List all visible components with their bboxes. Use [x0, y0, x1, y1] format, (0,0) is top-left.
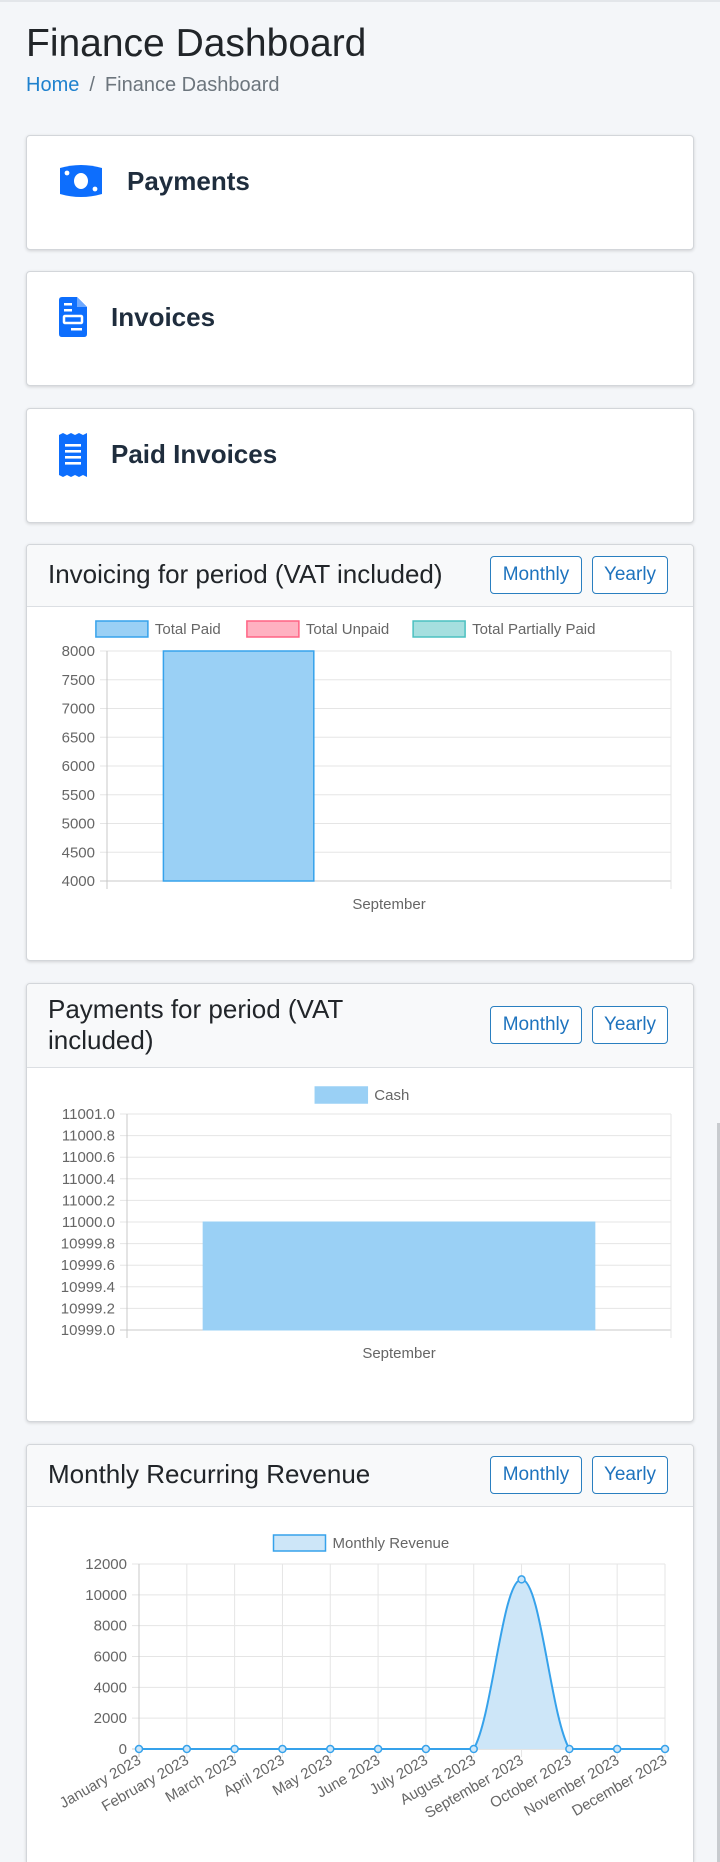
y-tick-label-2: 11000.6 — [62, 1149, 115, 1166]
mrr-chart-card: Monthly Recurring Revenue Monthly Yearly… — [26, 1444, 694, 1862]
data-point-9 — [565, 1744, 574, 1754]
payments-yearly-button[interactable]: Yearly — [592, 1006, 668, 1044]
payments-chart-title: Payments for period (VAT included) — [48, 994, 343, 1056]
legend-swatch-0 — [272, 1534, 327, 1552]
y-tick-label-1: 11000.8 — [62, 1128, 115, 1145]
y-tick-label-7: 10999.6 — [61, 1257, 115, 1274]
legend-label-0: Total Paid — [155, 621, 221, 638]
payments-stat-card[interactable]: Payments — [26, 135, 694, 250]
y-tick-label-0: 8000 — [62, 643, 95, 660]
data-point-3 — [278, 1744, 287, 1754]
y-tick-label-8: 10999.4 — [61, 1279, 115, 1296]
y-tick-label-9: 10999.2 — [61, 1300, 115, 1317]
breadcrumb: Home / Finance Dashboard — [26, 72, 279, 98]
y-tick-label-3: 11000.4 — [62, 1171, 115, 1188]
y-tick-label-7: 4500 — [62, 844, 95, 861]
x-tick-label-0: September — [362, 1345, 435, 1362]
y-tick-label-8: 4000 — [62, 873, 95, 890]
invoices-stat-card[interactable]: Invoices — [26, 271, 694, 386]
invoicing-chart-header: Invoicing for period (VAT included) Mont… — [27, 545, 693, 607]
legend-swatch-1 — [246, 620, 300, 638]
breadcrumb-separator: / — [89, 74, 95, 96]
y-tick-label-6: 5000 — [62, 816, 95, 833]
data-point-4 — [326, 1744, 335, 1754]
data-point-2 — [230, 1744, 239, 1754]
y-tick-label-5: 11000.0 — [62, 1214, 115, 1231]
y-tick-label-1: 10000 — [85, 1587, 127, 1604]
y-tick-label-10: 10999.0 — [61, 1322, 115, 1339]
invoices-stat-label: Invoices — [111, 302, 216, 332]
y-tick-label-5: 2000 — [94, 1710, 127, 1727]
invoicing-chart-card: Invoicing for period (VAT included) Mont… — [26, 544, 694, 961]
legend-label-2: Total Partially Paid — [472, 621, 595, 638]
mrr-yearly-button[interactable]: Yearly — [592, 1456, 668, 1494]
data-point-1 — [182, 1744, 192, 1754]
bar-total-paid — [162, 650, 315, 882]
payments-chart-header: Payments for period (VAT included) Month… — [27, 984, 693, 1068]
y-tick-label-2: 7000 — [62, 701, 95, 718]
y-tick-label-4: 11000.2 — [62, 1192, 115, 1209]
x-tick-label-0: September — [352, 896, 425, 913]
payments-chart: Cash 11001.0 11000.8 11000.6 11000.4 11000.2 1… — [61, 1086, 672, 1362]
payments-stat-label: Payments — [127, 166, 250, 196]
mrr-chart-title: Monthly Recurring Revenue — [48, 1459, 371, 1489]
data-point-8 — [517, 1575, 526, 1584]
invoicing-yearly-button[interactable]: Yearly — [592, 556, 668, 594]
mrr-chart: Monthly Revenue 12000 10000 8000 6000 4000 200… — [57, 1534, 670, 1822]
y-tick-label-0: 11001.0 — [62, 1106, 115, 1123]
y-tick-label-2: 8000 — [94, 1618, 127, 1635]
invoicing-monthly-button[interactable]: Monthly — [490, 556, 582, 594]
y-tick-label-6: 10999.8 — [61, 1236, 115, 1253]
y-tick-label-1: 7500 — [62, 672, 95, 689]
data-point-0 — [134, 1744, 144, 1754]
data-point-10 — [612, 1744, 622, 1754]
page-title: Finance Dashboard — [26, 22, 367, 65]
data-point-5 — [373, 1744, 383, 1754]
breadcrumb-home-link[interactable]: Home — [26, 74, 79, 96]
legend-swatch-2 — [412, 620, 466, 638]
payments-chart-card: Payments for period (VAT included) Month… — [26, 983, 694, 1422]
payments-chart-title-line2: included) — [48, 1025, 154, 1055]
mrr-monthly-button[interactable]: Monthly — [490, 1456, 582, 1494]
payments-monthly-button[interactable]: Monthly — [490, 1006, 582, 1044]
data-point-6 — [421, 1744, 431, 1754]
paid-invoices-stat-card[interactable]: Paid Invoices — [26, 408, 694, 523]
y-tick-label-3: 6000 — [94, 1649, 127, 1666]
breadcrumb-current: Finance Dashboard — [104, 74, 280, 96]
legend-label-0: Cash — [374, 1087, 409, 1104]
area-monthly-revenue — [139, 1579, 665, 1749]
y-tick-label-0: 12000 — [85, 1556, 127, 1573]
invoicing-chart-title: Invoicing for period (VAT included) — [48, 559, 443, 589]
line-monthly-revenue — [138, 1578, 665, 1751]
legend-label-0: Monthly Revenue — [333, 1535, 450, 1552]
y-tick-label-6: 0 — [119, 1741, 127, 1758]
paid-invoices-stat-label: Paid Invoices — [111, 439, 278, 469]
mrr-chart-header: Monthly Recurring Revenue Monthly Yearly — [27, 1445, 693, 1507]
y-tick-label-4: 6000 — [62, 758, 95, 775]
y-tick-label-5: 5500 — [62, 787, 95, 804]
receipt-icon — [59, 433, 87, 477]
data-point-7 — [469, 1744, 478, 1754]
legend-label-1: Total Unpaid — [306, 621, 389, 638]
payments-chart-title-line1: Payments for period (VAT — [48, 994, 344, 1024]
data-point-11 — [660, 1744, 670, 1754]
y-tick-label-4: 4000 — [94, 1679, 127, 1696]
money-bill-icon — [60, 165, 102, 197]
legend-swatch-0 — [95, 620, 149, 638]
invoicing-chart: Total Paid Total Unpaid Total Partially Pa… — [62, 620, 672, 913]
legend-swatch-0 — [314, 1086, 369, 1104]
file-invoice-icon — [59, 297, 87, 337]
top-border — [0, 0, 720, 2]
bar-cash — [202, 1221, 596, 1331]
y-tick-label-3: 6500 — [62, 729, 95, 746]
